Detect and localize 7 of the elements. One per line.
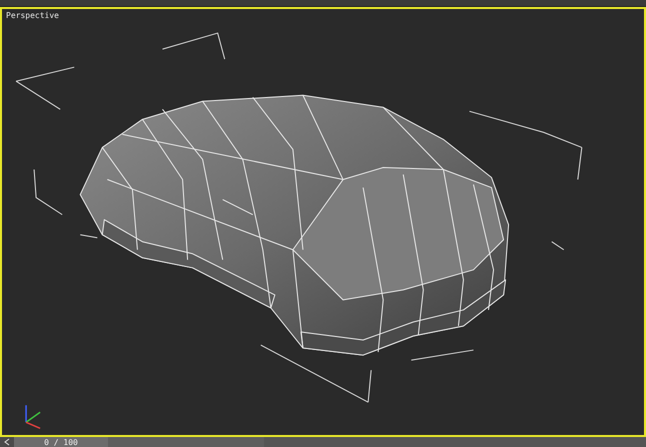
axis-gizmo-icon	[25, 404, 41, 429]
viewport-label[interactable]: Perspective	[6, 10, 59, 20]
previous-frame-button[interactable]	[0, 436, 14, 447]
perspective-viewport[interactable]: Perspective	[0, 6, 646, 437]
time-slider-handle[interactable]: 0 / 100	[14, 436, 108, 447]
time-slider[interactable]: 0 / 100	[14, 436, 264, 447]
chevron-left-icon	[4, 438, 10, 446]
